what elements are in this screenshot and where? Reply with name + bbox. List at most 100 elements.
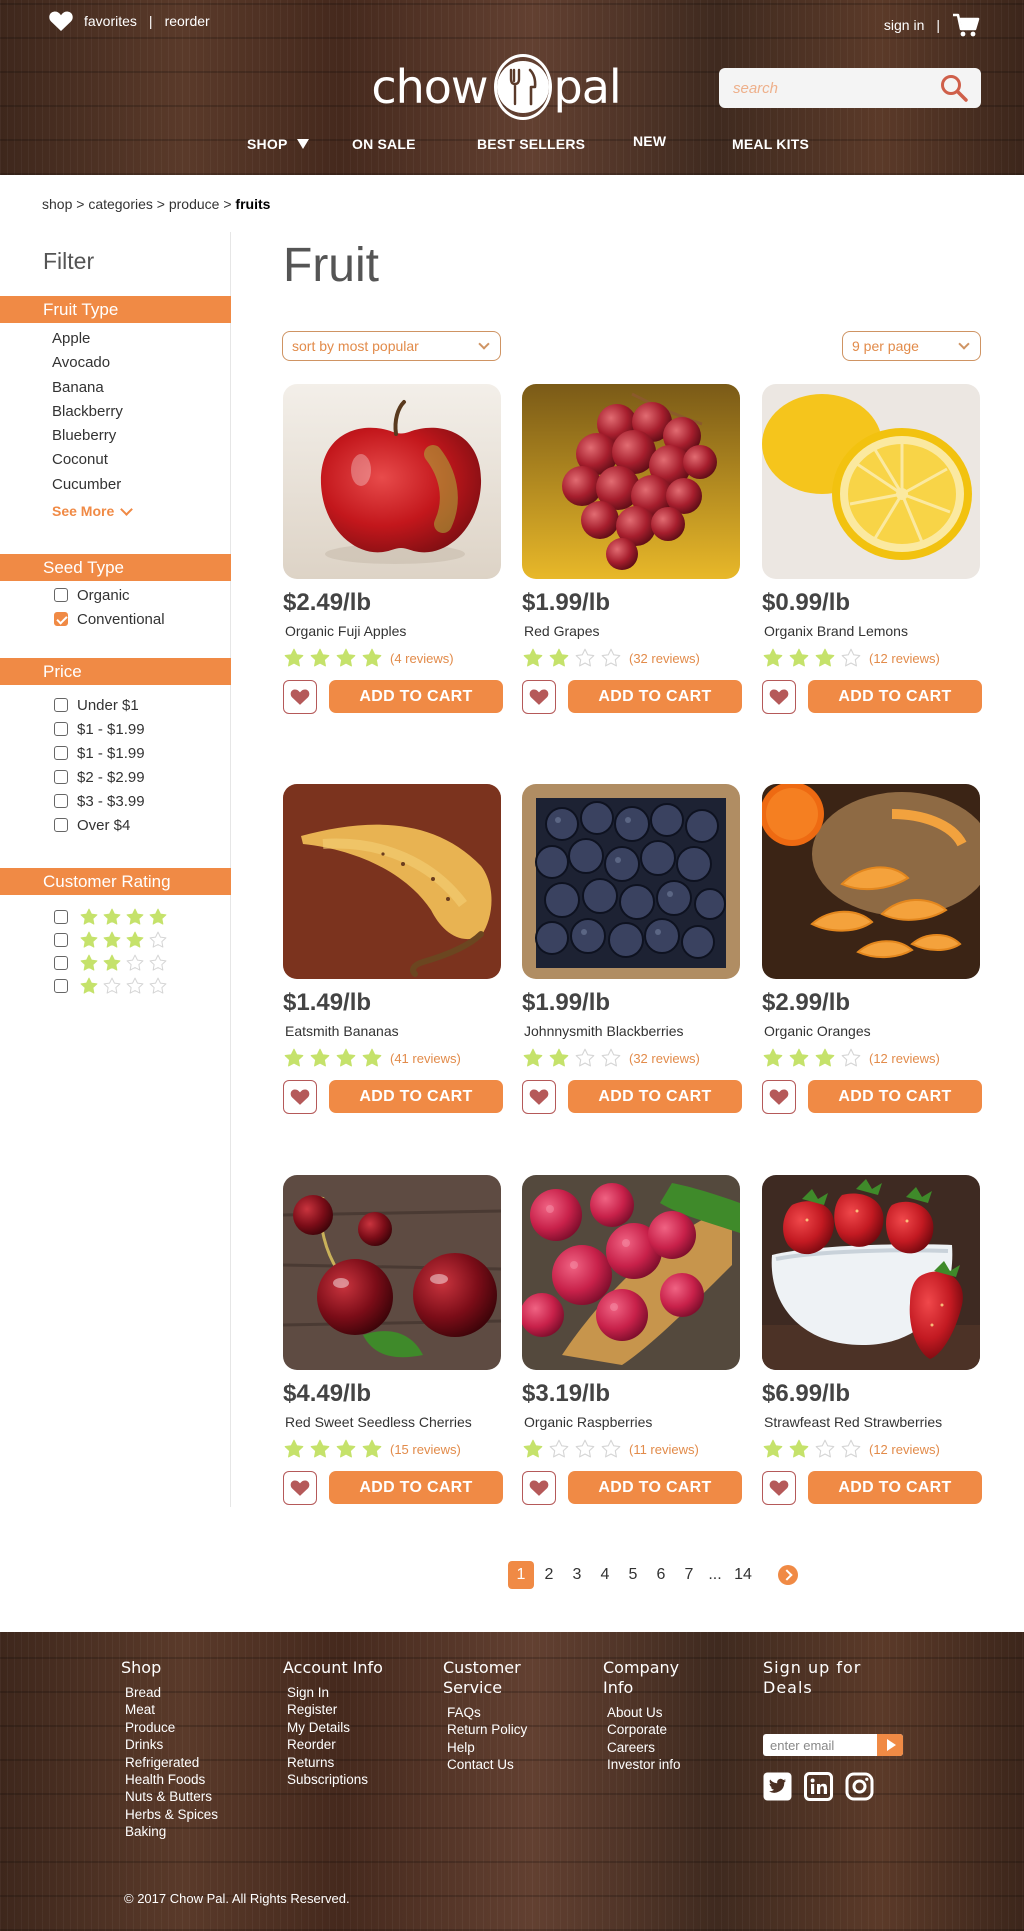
review-count[interactable]: (12 reviews) <box>869 651 940 666</box>
fruit-type-option[interactable]: Avocado <box>52 351 123 375</box>
favorite-button[interactable] <box>762 1471 796 1505</box>
product-name[interactable]: Organic Fuji Apples <box>285 623 406 639</box>
product-card[interactable]: $0.99/lb Organix Brand Lemons (12 reviews)… <box>762 384 982 729</box>
search-input[interactable] <box>733 79 939 97</box>
chowpal-logo[interactable]: chow pal <box>371 52 622 122</box>
nav-new[interactable]: NEW <box>633 133 666 149</box>
cart-icon[interactable] <box>952 12 980 38</box>
footer-link[interactable]: Herbs & Spices <box>125 1806 218 1823</box>
favorite-button[interactable] <box>283 1471 317 1505</box>
favorite-button[interactable] <box>522 1080 556 1114</box>
checkbox[interactable] <box>54 770 68 784</box>
product-card[interactable]: $2.99/lb Organic Oranges (12 reviews) ADD T… <box>762 784 982 1129</box>
product-name[interactable]: Organix Brand Lemons <box>764 623 908 639</box>
price-option[interactable]: $1 - $1.99 <box>54 742 145 764</box>
product-card[interactable]: $1.49/lb Eatsmith Bananas (41 reviews) ADD … <box>283 784 503 1129</box>
favorite-button[interactable] <box>762 680 796 714</box>
product-card[interactable]: $2.49/lb Organic Fuji Apples (4 reviews) AD… <box>283 384 503 729</box>
fruit-type-option[interactable]: Blackberry <box>52 400 123 424</box>
price-option[interactable]: $3 - $3.99 <box>54 790 145 812</box>
breadcrumb-path[interactable]: shop > categories > produce > <box>42 196 235 212</box>
product-name[interactable]: Organic Oranges <box>764 1023 871 1039</box>
footer-link[interactable]: About Us <box>607 1704 713 1721</box>
product-card[interactable]: $6.99/lb Strawfeast Red Strawberries (12 r… <box>762 1175 982 1520</box>
nav-meal-kits[interactable]: MEAL KITS <box>732 136 809 152</box>
footer-link[interactable]: FAQs <box>447 1704 553 1721</box>
rating-option-1[interactable] <box>54 975 172 997</box>
footer-link[interactable]: Help <box>447 1739 553 1756</box>
add-to-cart-button[interactable]: ADD TO CART <box>568 1471 742 1504</box>
sort-dropdown[interactable]: sort by most popular <box>282 331 501 361</box>
review-count[interactable]: (12 reviews) <box>869 1051 940 1066</box>
footer-link[interactable]: Meat <box>125 1701 218 1718</box>
product-card[interactable]: $4.49/lb Red Sweet Seedless Cherries (15 r… <box>283 1175 503 1520</box>
fruit-type-option[interactable]: Coconut <box>52 448 123 472</box>
product-image-oranges[interactable] <box>762 784 980 979</box>
page-button[interactable]: 4 <box>592 1561 618 1589</box>
footer-link[interactable]: Contact Us <box>447 1756 553 1773</box>
add-to-cart-button[interactable]: ADD TO CART <box>568 680 742 713</box>
price-option[interactable]: $1 - $1.99 <box>54 718 145 740</box>
review-count[interactable]: (41 reviews) <box>390 1051 461 1066</box>
footer-link[interactable]: Drinks <box>125 1736 218 1753</box>
review-count[interactable]: (32 reviews) <box>629 651 700 666</box>
favorite-button[interactable] <box>522 1471 556 1505</box>
page-button[interactable]: 6 <box>648 1561 674 1589</box>
checkbox-checked[interactable] <box>54 612 68 626</box>
add-to-cart-button[interactable]: ADD TO CART <box>329 1471 503 1504</box>
review-count[interactable]: (11 reviews) <box>629 1442 699 1457</box>
checkbox[interactable] <box>54 588 68 602</box>
product-image-blackberries[interactable] <box>522 784 740 979</box>
add-to-cart-button[interactable]: ADD TO CART <box>808 680 982 713</box>
checkbox[interactable] <box>54 746 68 760</box>
add-to-cart-button[interactable]: ADD TO CART <box>808 1471 982 1504</box>
fruit-type-option[interactable]: Blueberry <box>52 424 123 448</box>
product-image-banana[interactable] <box>283 784 501 979</box>
fruit-type-option[interactable]: Banana <box>52 376 123 400</box>
checkbox[interactable] <box>54 722 68 736</box>
product-name[interactable]: Eatsmith Bananas <box>285 1023 399 1039</box>
checkbox[interactable] <box>54 794 68 808</box>
footer-link[interactable]: Return Policy <box>447 1721 553 1738</box>
checkbox[interactable] <box>54 956 68 970</box>
checkbox[interactable] <box>54 933 68 947</box>
favorite-button[interactable] <box>283 1080 317 1114</box>
favorite-button[interactable] <box>283 680 317 714</box>
product-image-lemon[interactable] <box>762 384 980 579</box>
twitter-icon[interactable] <box>763 1772 792 1801</box>
footer-link[interactable]: Register <box>287 1701 393 1718</box>
review-count[interactable]: (4 reviews) <box>390 651 454 666</box>
footer-link[interactable]: Reorder <box>287 1736 393 1753</box>
checkbox[interactable] <box>54 979 68 993</box>
seed-type-conventional[interactable]: Conventional <box>54 608 165 630</box>
reorder-link[interactable]: reorder <box>165 13 210 29</box>
submit-arrow-icon[interactable] <box>877 1734 903 1756</box>
fruit-type-option[interactable]: Cucumber <box>52 473 123 497</box>
product-name[interactable]: Strawfeast Red Strawberries <box>764 1414 942 1430</box>
search-icon[interactable] <box>939 73 969 103</box>
add-to-cart-button[interactable]: ADD TO CART <box>808 1080 982 1113</box>
rating-option-4[interactable] <box>54 906 172 928</box>
rating-option-3[interactable] <box>54 929 172 951</box>
footer-link[interactable]: Refrigerated <box>125 1754 218 1771</box>
instagram-icon[interactable] <box>845 1772 874 1801</box>
page-button[interactable]: 5 <box>620 1561 646 1589</box>
footer-link[interactable]: Subscriptions <box>287 1771 393 1788</box>
product-image-raspberries[interactable] <box>522 1175 740 1370</box>
favorites-link[interactable]: favorites <box>84 13 137 29</box>
footer-link[interactable]: Health Foods <box>125 1771 218 1788</box>
see-more-link[interactable]: See More <box>52 502 134 519</box>
heart-icon[interactable] <box>48 10 74 32</box>
footer-link[interactable]: My Details <box>287 1719 393 1736</box>
nav-best-sellers[interactable]: BEST SELLERS <box>477 136 585 152</box>
checkbox[interactable] <box>54 818 68 832</box>
product-name[interactable]: Organic Raspberries <box>524 1414 652 1430</box>
favorite-button[interactable] <box>522 680 556 714</box>
footer-link[interactable]: Baking <box>125 1823 218 1840</box>
favorite-button[interactable] <box>762 1080 796 1114</box>
sign-in-link[interactable]: sign in <box>884 17 924 33</box>
per-page-dropdown[interactable]: 9 per page <box>842 331 981 361</box>
product-name[interactable]: Red Grapes <box>524 623 599 639</box>
checkbox[interactable] <box>54 698 68 712</box>
product-name[interactable]: Red Sweet Seedless Cherries <box>285 1414 472 1430</box>
